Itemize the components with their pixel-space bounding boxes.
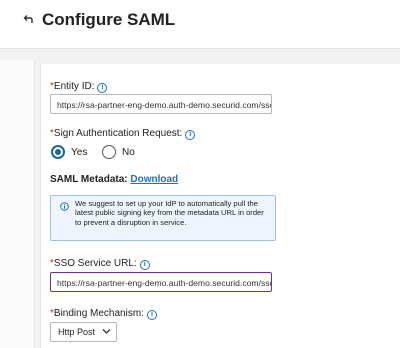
info-circle-icon <box>60 202 69 211</box>
sign-request-no-label: No <box>122 147 135 158</box>
back-arrow-icon[interactable] <box>22 13 36 27</box>
page-title: Configure SAML <box>42 10 176 29</box>
saml-metadata-label: SAML Metadata: <box>50 174 128 185</box>
entity-id-input[interactable]: https://rsa-partner-eng-demo.auth-demo.s… <box>50 94 272 114</box>
binding-mechanism-label: *Binding Mechanism: i <box>50 308 157 320</box>
notice-text: We suggest to set up your IdP to automat… <box>75 199 264 227</box>
sign-request-no-radio[interactable] <box>102 145 116 159</box>
info-icon[interactable]: i <box>139 260 150 270</box>
sign-request-yes-label: Yes <box>71 147 88 158</box>
metadata-download-link[interactable]: Download <box>130 174 178 185</box>
signing-key-notice: We suggest to set up your IdP to automat… <box>50 195 276 241</box>
info-icon[interactable]: i <box>185 130 196 140</box>
sign-request-yes-radio[interactable] <box>51 145 65 159</box>
entity-id-label-text: Entity ID: <box>53 81 95 92</box>
left-panel <box>0 60 35 348</box>
sso-url-input[interactable]: https://rsa-partner-eng-demo.auth-demo.s… <box>50 272 272 292</box>
page-header: Configure SAML <box>0 0 400 49</box>
saml-metadata-row: SAML Metadata: Download <box>50 174 178 185</box>
binding-mechanism-label-text: Binding Mechanism: <box>53 308 144 319</box>
sso-url-label: *SSO Service URL: i <box>50 258 150 270</box>
sso-url-label-text: SSO Service URL: <box>53 258 137 269</box>
info-icon[interactable]: i <box>146 310 157 320</box>
binding-selected-value: Http Post <box>58 327 96 337</box>
sign-request-label: *Sign Authentication Request: i <box>50 128 196 140</box>
binding-mechanism-select[interactable]: Http Post <box>50 322 117 342</box>
info-icon[interactable]: i <box>97 83 108 93</box>
sign-request-label-text: Sign Authentication Request: <box>53 128 183 139</box>
entity-id-label: *Entity ID: i <box>50 81 108 93</box>
chevron-down-icon <box>102 329 111 334</box>
